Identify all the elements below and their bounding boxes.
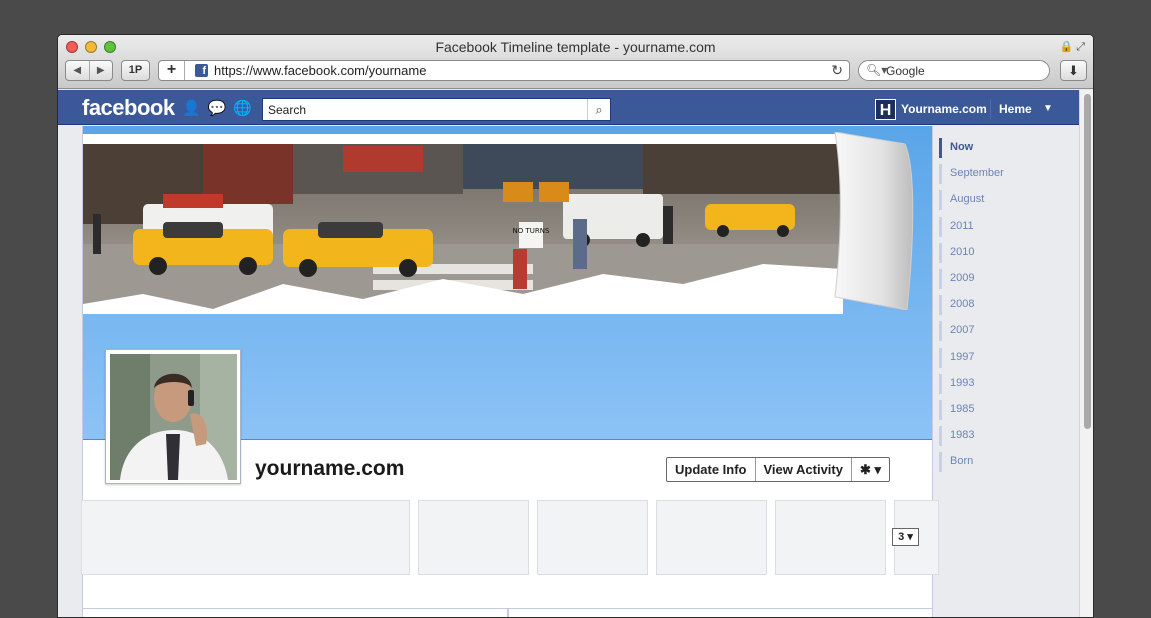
year-2010[interactable]: 2010: [939, 241, 1079, 267]
title-bar: Facebook Timeline template - yourname.co…: [58, 35, 1093, 89]
add-bookmark-button[interactable]: +: [159, 61, 185, 80]
facebook-top-bar: facebook 👤💬🌐 Search ⌕ H Yourname.com Hem…: [58, 90, 1079, 125]
year-august[interactable]: August: [939, 188, 1079, 214]
summary-box[interactable]: [418, 500, 529, 575]
year-2008[interactable]: 2008: [939, 293, 1079, 319]
user-name-link[interactable]: Yourname.com: [901, 102, 987, 116]
timeline-column: NO TURNS yourname.com Update Info View A…: [81, 126, 939, 617]
page-curl-graphic: [834, 132, 914, 310]
summary-boxes: [81, 500, 939, 576]
view-activity-button[interactable]: View Activity: [756, 458, 852, 481]
profile-name: yourname.com: [255, 457, 405, 480]
year-1985[interactable]: 1985: [939, 398, 1079, 424]
back-button[interactable]: ◀: [66, 61, 90, 80]
profile-actions: Update Info View Activity ✱ ▾: [666, 457, 891, 482]
reload-icon[interactable]: ↻: [831, 62, 843, 79]
year-1997[interactable]: 1997: [939, 346, 1079, 372]
browser-search-field[interactable]: 🔍︎▾ Google: [858, 60, 1050, 81]
forward-button[interactable]: ▶: [90, 61, 113, 80]
facebook-search-placeholder: Search: [268, 103, 307, 117]
account-menu-chevron-icon[interactable]: ▼: [1043, 103, 1053, 114]
search-button[interactable]: ⌕: [587, 99, 610, 120]
facebook-search-field[interactable]: Search ⌕: [262, 98, 611, 121]
home-link[interactable]: Heme: [999, 102, 1032, 116]
browser-window: Facebook Timeline template - yourname.co…: [57, 34, 1094, 618]
globe-icon[interactable]: 🌐: [233, 100, 259, 117]
year-2011[interactable]: 2011: [939, 215, 1079, 241]
update-info-button[interactable]: Update Info: [667, 458, 756, 481]
facebook-logo[interactable]: facebook: [82, 95, 175, 121]
page-scrollbar[interactable]: [1079, 90, 1093, 617]
address-url[interactable]: https://www.facebook.com/yourname: [214, 63, 426, 78]
onepassword-button[interactable]: 1P: [121, 60, 150, 81]
year-now[interactable]: Now: [939, 136, 1079, 162]
messages-icon[interactable]: 💬: [208, 100, 234, 117]
lock-icon: 🔒 ⤢: [1059, 41, 1085, 53]
timeline-year-nav: Now September August 2011 2010 2009 2008…: [939, 136, 1079, 476]
facebook-page: facebook 👤💬🌐 Search ⌕ H Yourname.com Hem…: [58, 90, 1079, 617]
year-born[interactable]: Born: [939, 450, 1079, 476]
cover-sign-text: NO TURNS: [513, 227, 550, 235]
year-september[interactable]: September: [939, 162, 1079, 188]
window-title: Facebook Timeline template - yourname.co…: [435, 39, 716, 55]
cover-street-photo: NO TURNS: [83, 134, 843, 314]
year-1993[interactable]: 1993: [939, 372, 1079, 398]
year-1983[interactable]: 1983: [939, 424, 1079, 450]
browser-search-placeholder: Google: [886, 64, 925, 78]
scrollbar-thumb[interactable]: [1084, 94, 1091, 429]
history-nav: ◀ ▶: [65, 60, 113, 81]
summary-pager-dropdown[interactable]: 3 ▾: [892, 528, 919, 546]
year-2007[interactable]: 2007: [939, 319, 1079, 345]
notification-jewels: 👤💬🌐: [182, 99, 259, 117]
nav-divider: [990, 99, 991, 119]
downloads-button[interactable]: ⬇: [1060, 60, 1087, 81]
summary-box[interactable]: [656, 500, 767, 575]
settings-gear-icon[interactable]: ✱ ▾: [852, 458, 889, 481]
user-avatar[interactable]: H: [875, 99, 896, 120]
summary-box[interactable]: [537, 500, 648, 575]
profile-photo-image: [110, 354, 237, 480]
facebook-favicon-icon: f: [195, 64, 208, 77]
address-bar[interactable]: + f https://www.facebook.com/yourname ↻: [158, 60, 850, 81]
magnifier-icon: 🔍︎▾: [866, 63, 888, 77]
summary-box[interactable]: [81, 500, 410, 575]
timeline-spine: [507, 609, 509, 617]
year-2009[interactable]: 2009: [939, 267, 1079, 293]
profile-picture[interactable]: [105, 349, 241, 484]
summary-box[interactable]: [775, 500, 886, 575]
friends-icon[interactable]: 👤: [182, 100, 208, 117]
